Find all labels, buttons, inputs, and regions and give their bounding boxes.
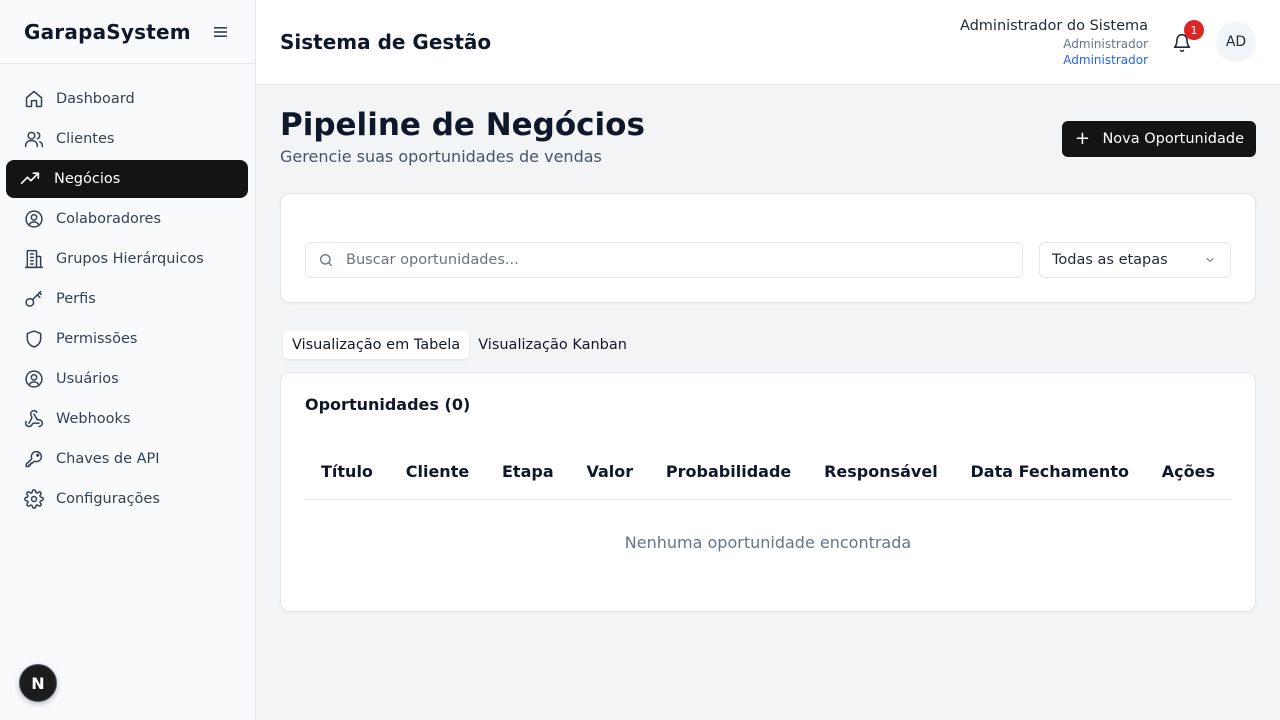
sidebar-item-label: Colaboradores [56,211,162,227]
sidebar-item-label: Usuários [56,371,119,387]
sidebar-item-permissoes[interactable]: Permissões [6,320,248,358]
user-role: Administrador [1063,37,1148,51]
stage-select[interactable]: Todas as etapas [1039,242,1231,278]
user-info: Administrador do Sistema Administrador A… [960,17,1148,68]
new-opportunity-label: Nova Oportunidade [1102,131,1244,147]
sidebar-item-usuarios[interactable]: Usuários [6,360,248,398]
sidebar-item-label: Chaves de API [56,451,160,467]
notification-badge: 1 [1184,20,1204,40]
gear-icon [24,489,44,509]
sidebar-item-dashboard[interactable]: Dashboard [6,80,248,118]
plus-icon: + [1074,128,1090,149]
user-circle-icon [25,210,43,228]
sidebar-item-clientes[interactable]: Clientes [6,120,248,158]
sidebar-nav: Dashboard Clientes Negócios Colaboradore… [0,64,255,518]
menu-toggle-icon[interactable] [211,22,231,42]
webhook-icon [24,409,43,428]
sidebar-item-negocios[interactable]: Negócios [6,160,248,198]
shield-icon [26,330,42,348]
dev-tools-badge[interactable]: N [19,664,57,702]
sidebar-item-label: Dashboard [56,91,135,107]
key-round-icon [25,450,43,468]
building-icon [24,249,44,269]
sidebar-item-perfis[interactable]: Perfis [6,280,248,318]
sidebar-item-colaboradores[interactable]: Colaboradores [6,200,248,238]
search-icon [320,253,332,266]
user-circle-icon [25,370,43,388]
sidebar-item-label: Clientes [56,131,115,147]
view-tabs: Visualização em Tabela Visualização Kanb… [280,328,639,362]
brand-row: GarapaSystem [0,0,255,64]
key-icon [25,290,42,307]
page-title: Pipeline de Negócios [280,107,645,143]
tab-table-view[interactable]: Visualização em Tabela [283,331,470,359]
column-header: Probabilidade [665,461,792,481]
brand-logo[interactable]: GarapaSystem [24,20,191,44]
users-icon [24,131,44,148]
sidebar-item-label: Perfis [56,291,96,307]
search-box[interactable] [305,242,1023,278]
sidebar-item-label: Configurações [56,491,160,507]
trending-up-icon [20,172,40,184]
sidebar-item-chaves-api[interactable]: Chaves de API [6,440,248,478]
table-title: Oportunidades (0) [305,395,471,414]
new-opportunity-button[interactable]: + Nova Oportunidade [1062,121,1256,157]
sidebar-item-configuracoes[interactable]: Configurações [6,480,248,518]
sidebar-item-label: Grupos Hierárquicos [56,251,204,267]
column-header: Etapa [502,461,554,481]
user-role-link[interactable]: Administrador [960,53,1148,68]
tab-kanban-view[interactable]: Visualização Kanban [469,331,636,359]
sidebar-item-label: Webhooks [56,411,131,427]
sidebar-item-label: Permissões [56,331,138,347]
stage-select-value: Todas as etapas [1052,252,1168,268]
column-header: Data Fechamento [970,461,1129,481]
opportunities-table-card: Oportunidades (0) Título Cliente Etapa V… [280,372,1256,612]
column-header: Responsável [824,461,938,481]
home-icon [25,90,43,108]
column-header: Cliente [405,461,470,481]
search-input[interactable] [346,252,1022,268]
top-header: Sistema de Gestão Administrador do Siste… [256,0,1280,85]
app-title: Sistema de Gestão [280,30,492,54]
user-name: Administrador do Sistema [959,18,1148,34]
filter-card: Todas as etapas [280,193,1256,303]
empty-state-message: Nenhuma oportunidade encontrada [624,533,912,552]
chevron-down-icon [1206,258,1214,262]
column-header: Título [321,461,373,481]
column-header: Valor [586,461,634,481]
avatar[interactable]: AD [1216,22,1256,62]
page-subtitle: Gerencie suas oportunidades de vendas [280,147,602,166]
sidebar-item-grupos[interactable]: Grupos Hierárquicos [6,240,248,278]
main-content: Pipeline de Negócios Gerencie suas oport… [256,85,1280,720]
sidebar-item-webhooks[interactable]: Webhooks [6,400,248,438]
table-header: Título Cliente Etapa Valor Probabilidade… [305,443,1231,500]
column-header: Ações [1161,461,1215,481]
sidebar-item-label: Negócios [54,171,121,187]
sidebar: GarapaSystem Dashboard Clientes Negócios… [0,0,256,720]
